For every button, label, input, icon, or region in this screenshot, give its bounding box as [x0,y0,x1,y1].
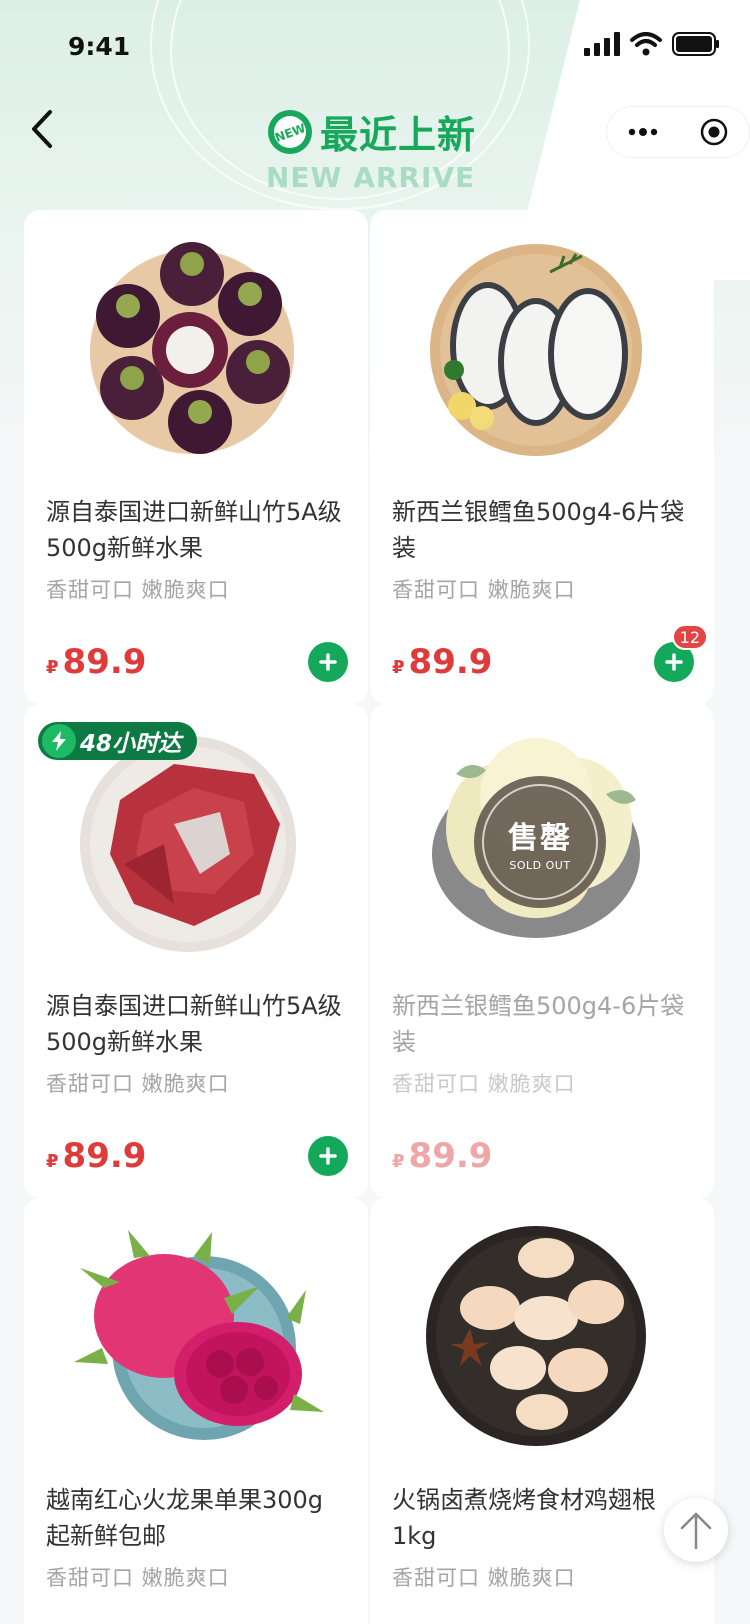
product-subtitle: 香甜可口 嫩脆爽口 [392,1072,576,1096]
price-value: 89.9 [62,1136,147,1176]
arrow-up-icon [680,1512,712,1550]
product-name: 源自泰国进口新鲜山竹5A级500g新鲜水果 [46,992,342,1056]
sold-out-overlay: 售罄 SOLD OUT [474,776,606,908]
price-value: 89.9 [62,642,147,682]
signal-icon [584,32,620,56]
sold-out-label: 售罄 [508,820,572,856]
product-subtitle: 香甜可口 嫩脆爽口 [46,1566,230,1590]
product-card[interactable]: 48小时达 源自泰国进口新鲜山竹5A级500g新鲜水果 香甜可口 嫩脆爽口 ₽ … [24,704,368,1198]
status-bar: 9:41 [0,0,750,88]
currency-symbol: ₽ [46,657,59,678]
product-subtitle: 香甜可口 嫩脆爽口 [392,578,576,602]
mini-program-capsule [606,106,750,158]
product-name: 新西兰银鳕鱼500g4-6片袋装 [392,498,685,562]
product-card[interactable]: 越南红心火龙果单果300g起新鲜包邮 香甜可口 嫩脆爽口 [24,1198,368,1624]
product-card-sold-out[interactable]: 售罄 SOLD OUT 新西兰银鳕鱼500g4-6片袋装 香甜可口 嫩脆爽口 ₽… [370,704,714,1198]
back-button[interactable] [26,106,66,152]
product-price: ₽ 89.9 [392,642,492,682]
product-image-chicken-drumsticks [426,1226,646,1446]
new-badge-icon: NEW [268,109,312,154]
product-card[interactable]: 新西兰银鳕鱼500g4-6片袋装 香甜可口 嫩脆爽口 ₽ 89.9 12 [370,210,714,704]
product-card[interactable]: 源自泰国进口新鲜山竹5A级500g新鲜水果 香甜可口 嫩脆爽口 ₽ 89.9 [24,210,368,704]
product-image-dragon-fruit [74,1230,324,1440]
wifi-icon [630,32,662,56]
currency-symbol: ₽ [392,657,405,678]
title-cn: 最近上新 [320,113,477,157]
product-card[interactable]: 火锅卤煮烧烤食材鸡翅根1kg 香甜可口 嫩脆爽口 [370,1198,714,1624]
add-to-cart-button[interactable] [308,1136,348,1176]
product-subtitle: 香甜可口 嫩脆爽口 [46,1072,230,1096]
price-value: 89.9 [408,1136,493,1176]
add-to-cart-button[interactable] [308,642,348,682]
cart-count-badge: 12 [671,624,708,650]
plus-icon [319,1147,337,1165]
product-name: 越南红心火龙果单果300g起新鲜包邮 [46,1486,324,1550]
lightning-icon [42,724,76,758]
target-circle-icon[interactable] [699,117,729,147]
plus-icon [319,653,337,671]
page-title: NEW 最近上新 NEW ARRIVE [266,104,486,194]
currency-symbol: ₽ [392,1151,405,1172]
plus-icon [665,653,683,671]
product-name: 新西兰银鳕鱼500g4-6片袋装 [392,992,685,1056]
sold-out-label-en: SOLD OUT [509,858,571,872]
back-to-top-button[interactable] [664,1498,728,1562]
product-price: ₽ 89.9 [46,1136,146,1176]
product-price: ₽ 89.9 [46,642,146,682]
status-time: 9:41 [68,32,131,61]
product-subtitle: 香甜可口 嫩脆爽口 [392,1566,576,1590]
product-price: ₽ 89.9 [392,1136,492,1176]
product-name: 火锅卤煮烧烤食材鸡翅根1kg [392,1486,656,1550]
price-value: 89.9 [408,642,493,682]
product-image-cod-fish [430,244,642,456]
chevron-left-icon [32,110,52,148]
more-dots-icon[interactable] [628,128,658,136]
title-en: NEW ARRIVE [266,161,476,194]
delivery-tag-label: 48小时达 [80,731,182,757]
delivery-tag: 48小时达 [38,722,198,760]
product-image-mangosteen [90,242,294,454]
product-name: 源自泰国进口新鲜山竹5A级500g新鲜水果 [46,498,342,562]
currency-symbol: ₽ [46,1151,59,1172]
battery-icon [672,32,719,56]
product-subtitle: 香甜可口 嫩脆爽口 [46,578,230,602]
